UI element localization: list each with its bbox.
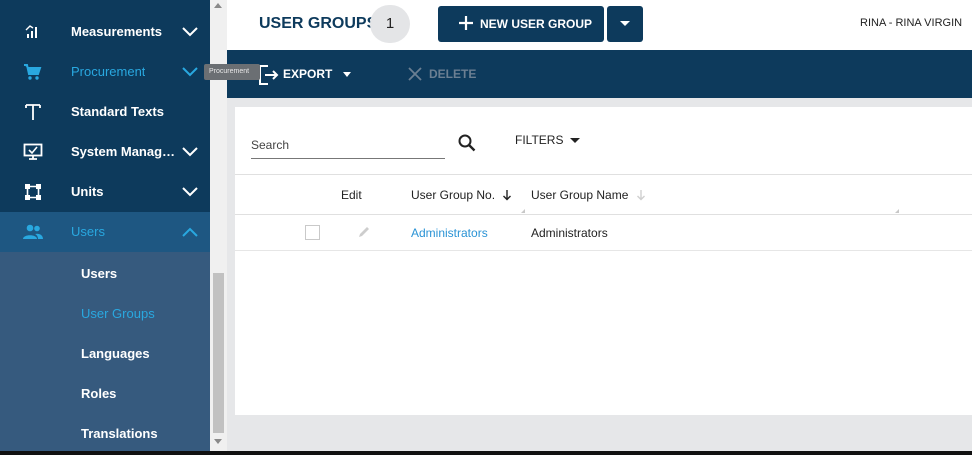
- users-icon: [22, 222, 44, 242]
- chevron-down-icon: [180, 24, 200, 40]
- units-icon: [22, 182, 44, 202]
- sidebar-item-measurements[interactable]: Measurements: [0, 12, 210, 52]
- row-checkbox[interactable]: [305, 225, 320, 240]
- sidebar-item-standard-texts[interactable]: Standard Texts: [0, 92, 210, 132]
- filters-button[interactable]: FILTERS: [515, 133, 581, 147]
- search-input[interactable]: [251, 131, 445, 159]
- table-row[interactable]: Administrators Administrators: [235, 215, 972, 250]
- sort-arrow-down-icon: [503, 190, 512, 201]
- scroll-thumb[interactable]: [213, 273, 224, 433]
- divider: [235, 250, 972, 251]
- sidebar-item-system-management[interactable]: System Manage...: [0, 132, 210, 172]
- column-header-label: User Group No.: [411, 188, 496, 202]
- divider: [235, 174, 972, 175]
- user-groups-card: FILTERS Edit User Group No. User Group N…: [235, 107, 972, 415]
- column-resize-handle[interactable]: [521, 209, 525, 213]
- page-title: USER GROUPS: [259, 15, 378, 32]
- user-group-name-cell: Administrators: [531, 226, 608, 240]
- user-name[interactable]: RINA - RINA VIRGIN: [860, 17, 962, 29]
- sidebar-item-label: Procurement: [71, 64, 146, 79]
- sidebar: Measurements Procurement Standard Texts …: [0, 0, 210, 455]
- sort-arrow-down-icon: [636, 190, 645, 201]
- export-label: EXPORT: [283, 67, 333, 81]
- column-header-edit: Edit: [341, 188, 362, 202]
- column-resize-handle[interactable]: [895, 209, 899, 213]
- column-header-user-group-no[interactable]: User Group No.: [411, 188, 512, 202]
- chevron-up-icon: [180, 224, 200, 240]
- caret-down-icon: [620, 21, 630, 26]
- plus-icon: [458, 14, 474, 35]
- chevron-down-icon: [180, 184, 200, 200]
- bottom-edge: [0, 451, 972, 455]
- caret-down-icon: [570, 138, 581, 144]
- sidebar-item-procurement[interactable]: Procurement: [0, 52, 210, 92]
- measurements-icon: [22, 22, 44, 42]
- sidebar-item-label: Units: [71, 184, 104, 199]
- text-icon: [22, 102, 44, 122]
- monitor-icon: [22, 142, 44, 162]
- new-options-dropdown-button[interactable]: [607, 6, 643, 42]
- delete-label: DELETE: [429, 67, 477, 81]
- sidebar-item-users[interactable]: Users: [0, 212, 210, 252]
- pencil-icon[interactable]: [357, 225, 371, 244]
- scroll-up-arrow-icon[interactable]: [214, 3, 222, 8]
- sidebar-item-label: Users: [71, 224, 105, 239]
- new-user-group-label: NEW USER GROUP: [480, 17, 593, 31]
- action-toolbar: EXPORT DELETE: [227, 50, 972, 98]
- submenu-item-roles[interactable]: Roles: [81, 386, 116, 401]
- submenu-item-user-groups[interactable]: User Groups: [81, 306, 155, 321]
- new-user-group-button[interactable]: NEW USER GROUP: [438, 6, 604, 42]
- user-group-number-link[interactable]: Administrators: [411, 226, 488, 240]
- submenu-item-users[interactable]: Users: [81, 266, 117, 281]
- users-submenu: Users User Groups Languages Roles Transl…: [0, 252, 210, 455]
- caret-down-icon: [343, 72, 351, 77]
- column-header-label: User Group Name: [531, 188, 629, 202]
- column-header-user-group-name[interactable]: User Group Name: [531, 188, 646, 202]
- submenu-item-translations[interactable]: Translations: [81, 426, 158, 441]
- sidebar-item-label: Measurements: [71, 24, 163, 39]
- filters-label: FILTERS: [515, 133, 564, 147]
- chevron-down-icon: [180, 144, 200, 160]
- sidebar-item-label: Standard Texts: [71, 104, 164, 119]
- submenu-item-languages[interactable]: Languages: [81, 346, 150, 361]
- sidebar-item-units[interactable]: Units: [0, 172, 210, 212]
- search-icon[interactable]: [457, 133, 477, 158]
- chevron-down-icon: [180, 64, 200, 80]
- export-icon: [257, 64, 279, 89]
- count-badge: 1: [370, 5, 410, 43]
- sidebar-item-label: System Manage...: [71, 144, 177, 159]
- scroll-down-arrow-icon[interactable]: [214, 439, 222, 444]
- close-icon: [407, 66, 423, 85]
- cart-icon: [22, 62, 44, 82]
- page-header: USER GROUPS 1 NEW USER GROUP RINA - RINA…: [227, 0, 972, 50]
- procurement-tooltip: Procurement: [204, 64, 260, 80]
